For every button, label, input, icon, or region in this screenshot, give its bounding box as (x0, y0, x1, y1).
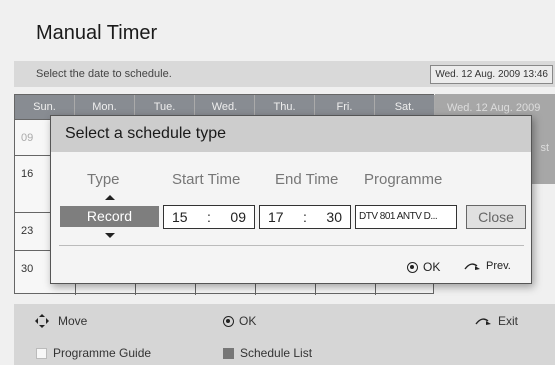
type-column-label: Type (87, 171, 120, 188)
programme-column-label: Programme (364, 171, 443, 188)
programme-field[interactable]: DTV 801 ANTV D... (355, 205, 457, 229)
footer-programme-guide[interactable]: Programme Guide (36, 346, 151, 360)
end-minute[interactable]: 30 (326, 206, 342, 228)
dialog-prev-hint[interactable]: Prev. (463, 260, 511, 272)
end-time-field[interactable]: 17 : 30 (259, 205, 351, 229)
side-panel-date: Wed. 12 Aug. 2009 (447, 102, 541, 114)
end-time-separator: : (303, 209, 307, 225)
calendar-day[interactable]: 30 (21, 263, 33, 275)
footer-ok-radio-icon (223, 315, 234, 327)
footer-hint-bar: Move OK Exit Programme Guide Schedule Li… (14, 304, 555, 365)
dialog-title: Select a schedule type (65, 125, 226, 142)
footer-exit-label: Exit (498, 314, 519, 328)
dialog-ok-label: OK (423, 260, 441, 274)
calendar-day[interactable]: 09 (21, 132, 33, 144)
return-icon (464, 263, 480, 270)
footer-move-label: Move (58, 314, 88, 328)
exit-return-icon (475, 318, 491, 325)
dialog-header: Select a schedule type (51, 116, 531, 152)
start-minute[interactable]: 09 (230, 206, 246, 228)
footer-schedule-list[interactable]: Schedule List (223, 346, 312, 360)
start-hour[interactable]: 15 (172, 206, 188, 228)
schedule-type-dialog: Select a schedule type Type Start Time E… (50, 115, 532, 284)
footer-ok-label: OK (239, 314, 257, 328)
programme-guide-label: Programme Guide (53, 346, 152, 360)
type-up-arrow-icon[interactable] (105, 195, 115, 200)
footer-move-hint: Move (34, 313, 87, 329)
footer-ok-hint: OK (223, 314, 256, 328)
end-hour[interactable]: 17 (268, 206, 284, 228)
page-title: Manual Timer (36, 22, 158, 44)
calendar-day[interactable]: 16 (21, 168, 33, 180)
side-panel-note: st (540, 142, 549, 154)
calendar-day[interactable]: 23 (21, 225, 33, 237)
current-date: Wed. 12 Aug. 2009 13:46 (430, 65, 553, 84)
light-key-icon (36, 347, 47, 359)
type-down-arrow-icon[interactable] (105, 233, 115, 238)
footer-exit-hint[interactable]: Exit (474, 314, 518, 328)
start-time-column-label: Start Time (172, 171, 241, 188)
instruction-text: Select the date to schedule. (36, 68, 172, 80)
type-select[interactable]: Record (60, 206, 159, 227)
dialog-ok-hint[interactable]: OK (407, 260, 440, 274)
start-time-separator: : (207, 209, 211, 225)
dialog-prev-label: Prev. (486, 260, 511, 272)
ok-radio-icon (407, 261, 418, 273)
dark-key-icon (223, 347, 234, 359)
manual-timer-screen: Manual Timer Select the date to schedule… (0, 0, 555, 365)
schedule-list-label: Schedule List (240, 346, 313, 360)
dialog-divider (59, 245, 524, 246)
instruction-bar: Select the date to schedule. Wed. 12 Aug… (14, 61, 555, 87)
close-button[interactable]: Close (466, 205, 526, 229)
move-arrows-icon (35, 314, 49, 328)
end-time-column-label: End Time (275, 171, 339, 188)
start-time-field[interactable]: 15 : 09 (163, 205, 255, 229)
